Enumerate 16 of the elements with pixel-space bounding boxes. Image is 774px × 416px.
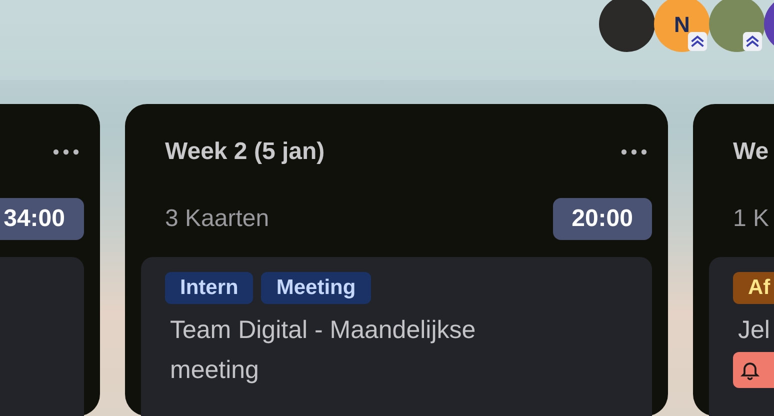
tag: Meeting	[261, 272, 371, 304]
card[interactable]: Af Jel	[709, 257, 774, 416]
tag: Af	[733, 272, 774, 304]
column-title: Week 2 (5 jan)	[165, 137, 325, 167]
tag: Intern	[165, 272, 254, 304]
card[interactable]: Intern Meeting Team Digital - Maandelijkse meeting	[141, 257, 652, 416]
more-options-icon[interactable]	[620, 148, 648, 156]
card-count: 3 Kaarten	[165, 204, 270, 234]
total-time-badge: 34:00	[0, 198, 84, 240]
total-time-badge: 20:00	[552, 198, 652, 240]
column-title: We	[733, 137, 769, 167]
card-title: Team Digital - Maandelijkse meeting	[169, 315, 477, 386]
more-options-icon[interactable]	[52, 148, 80, 156]
avatar-photo-placeholder[interactable]	[599, 0, 655, 52]
card-count: 1 K	[733, 204, 770, 234]
card-title: Jel	[737, 315, 771, 346]
